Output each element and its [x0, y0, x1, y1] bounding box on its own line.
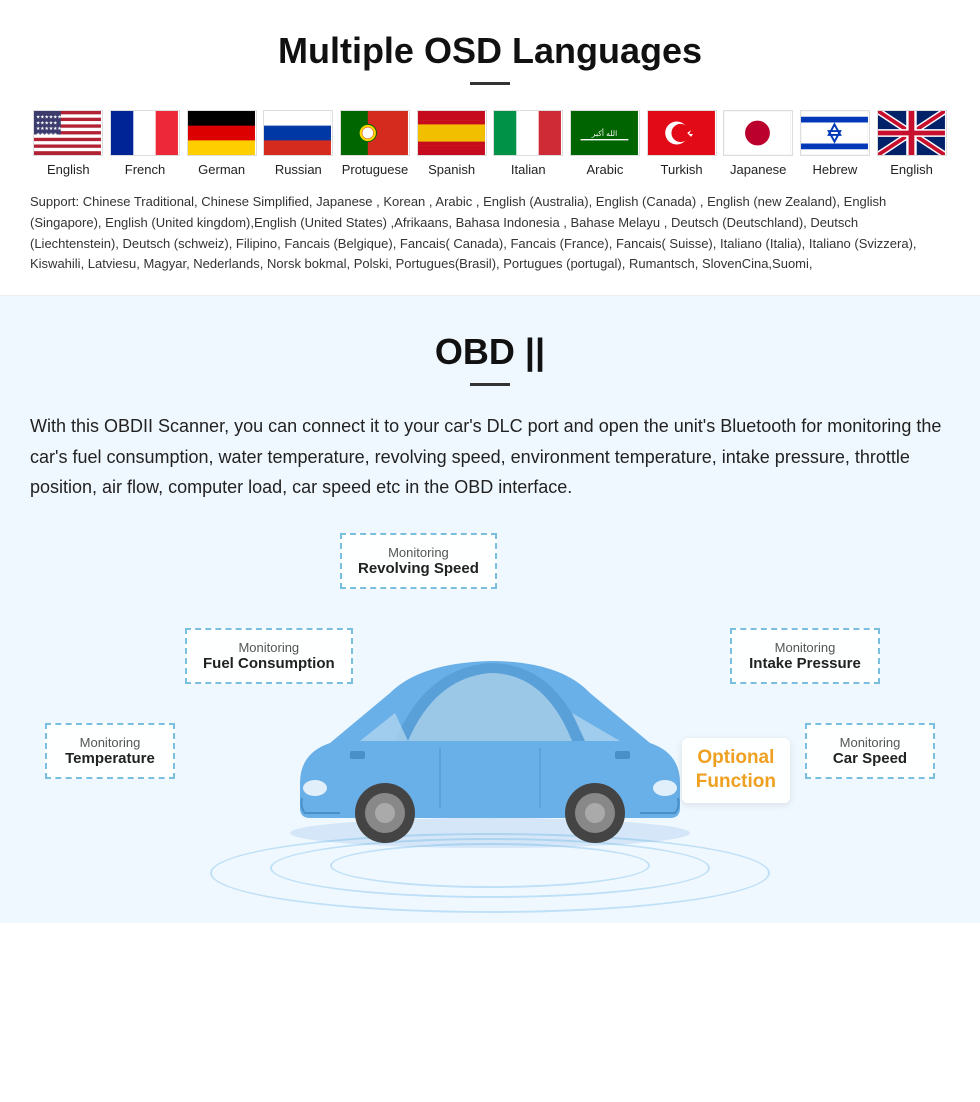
- car-svg: [240, 593, 740, 853]
- support-text: Support: Chinese Traditional, Chinese Si…: [30, 192, 950, 275]
- flag-label-spanish: Spanish: [428, 162, 475, 177]
- flag-label-japanese: Japanese: [730, 162, 786, 177]
- optional-function-bubble: Optional Function: [682, 738, 790, 803]
- flag-gb-svg: [878, 111, 945, 155]
- flag-it: [493, 110, 563, 156]
- flag-item-hebrew: Hebrew: [800, 110, 870, 177]
- optional-function-text: Optional Function: [696, 746, 776, 795]
- flag-pt-svg: [341, 111, 408, 155]
- flag-item-english-us: ★★★★★★ ★★★★★ ★★★★★★ ★★★★★ English: [33, 110, 103, 177]
- flag-es: [417, 110, 487, 156]
- flag-label-arabic: Arabic: [586, 162, 623, 177]
- monitor-intake: Monitoring Intake Pressure: [730, 628, 880, 684]
- flag-item-italian: Italian: [493, 110, 563, 177]
- flag-es-svg: [418, 111, 485, 155]
- car-image: [240, 593, 740, 853]
- flag-ru-svg: [264, 111, 331, 155]
- flag-label-italian: Italian: [511, 162, 546, 177]
- monitor-revolving-name: Revolving Speed: [358, 560, 479, 577]
- monitor-temperature-label: Monitoring: [63, 735, 157, 750]
- svg-text:★★★★★: ★★★★★: [36, 120, 58, 126]
- flag-us-svg: ★★★★★★ ★★★★★ ★★★★★★ ★★★★★: [34, 111, 101, 155]
- flag-il: [800, 110, 870, 156]
- languages-section: Multiple OSD Languages ★★★★★★ ★★★★★ ★★★★…: [0, 0, 980, 296]
- monitor-intake-name: Intake Pressure: [748, 655, 862, 672]
- flag-label-turkish: Turkish: [661, 162, 703, 177]
- flag-item-japanese: Japanese: [723, 110, 793, 177]
- monitor-carspeed-name: Car Speed: [823, 750, 917, 767]
- flag-de: [187, 110, 257, 156]
- flag-pt: [340, 110, 410, 156]
- flag-tr-svg: [648, 111, 715, 155]
- flag-label-portuguese: Protuguese: [342, 162, 409, 177]
- flag-item-portuguese: Protuguese: [340, 110, 410, 177]
- obd-divider: [470, 383, 510, 386]
- flag-il-svg: [801, 111, 868, 155]
- monitor-intake-label: Monitoring: [748, 640, 862, 655]
- flag-item-spanish: Spanish: [417, 110, 487, 177]
- svg-text:★★★★★★: ★★★★★★: [36, 115, 62, 121]
- flag-tr: [647, 110, 717, 156]
- flag-item-german: German: [187, 110, 257, 177]
- flag-jp: [723, 110, 793, 156]
- flag-label-english-us: English: [47, 162, 90, 177]
- flag-us: ★★★★★★ ★★★★★ ★★★★★★ ★★★★★: [33, 110, 103, 156]
- flag-ar-svg: الله أكبر: [571, 111, 638, 155]
- flag-label-english-uk: English: [890, 162, 933, 177]
- languages-title: Multiple OSD Languages: [30, 30, 950, 72]
- monitor-carspeed: Monitoring Car Speed: [805, 723, 935, 779]
- flag-item-turkish: Turkish: [647, 110, 717, 177]
- flag-ru: [263, 110, 333, 156]
- svg-text:★★★★★★: ★★★★★★: [36, 126, 62, 132]
- obd-diagram: Monitoring Revolving Speed Monitoring Fu…: [30, 523, 950, 903]
- flag-label-french: French: [125, 162, 165, 177]
- flag-ar: الله أكبر: [570, 110, 640, 156]
- obd-description: With this OBDII Scanner, you can connect…: [30, 411, 950, 503]
- monitor-temperature: Monitoring Temperature: [45, 723, 175, 779]
- title-divider: [470, 82, 510, 85]
- flag-fr-svg: [111, 111, 178, 155]
- flag-it-svg: [494, 111, 561, 155]
- flag-item-english-uk: English: [877, 110, 947, 177]
- svg-text:الله أكبر: الله أكبر: [591, 127, 617, 138]
- flag-de-svg: [188, 111, 255, 155]
- flag-item-russian: Russian: [263, 110, 333, 177]
- flag-item-french: French: [110, 110, 180, 177]
- flag-label-hebrew: Hebrew: [812, 162, 857, 177]
- flag-label-russian: Russian: [275, 162, 322, 177]
- monitor-carspeed-label: Monitoring: [823, 735, 917, 750]
- obd-section: OBD || With this OBDII Scanner, you can …: [0, 296, 980, 923]
- flag-jp-svg: [724, 111, 791, 155]
- svg-text:★★★★★: ★★★★★: [36, 132, 58, 138]
- flag-label-german: German: [198, 162, 245, 177]
- monitor-revolving: Monitoring Revolving Speed: [340, 533, 497, 589]
- obd-title: OBD ||: [30, 331, 950, 373]
- monitor-revolving-label: Monitoring: [358, 545, 479, 560]
- flag-gb: [877, 110, 947, 156]
- monitor-temperature-name: Temperature: [63, 750, 157, 767]
- flag-item-arabic: الله أكبر Arabic: [570, 110, 640, 177]
- flags-row: ★★★★★★ ★★★★★ ★★★★★★ ★★★★★ English French: [30, 110, 950, 177]
- flag-fr: [110, 110, 180, 156]
